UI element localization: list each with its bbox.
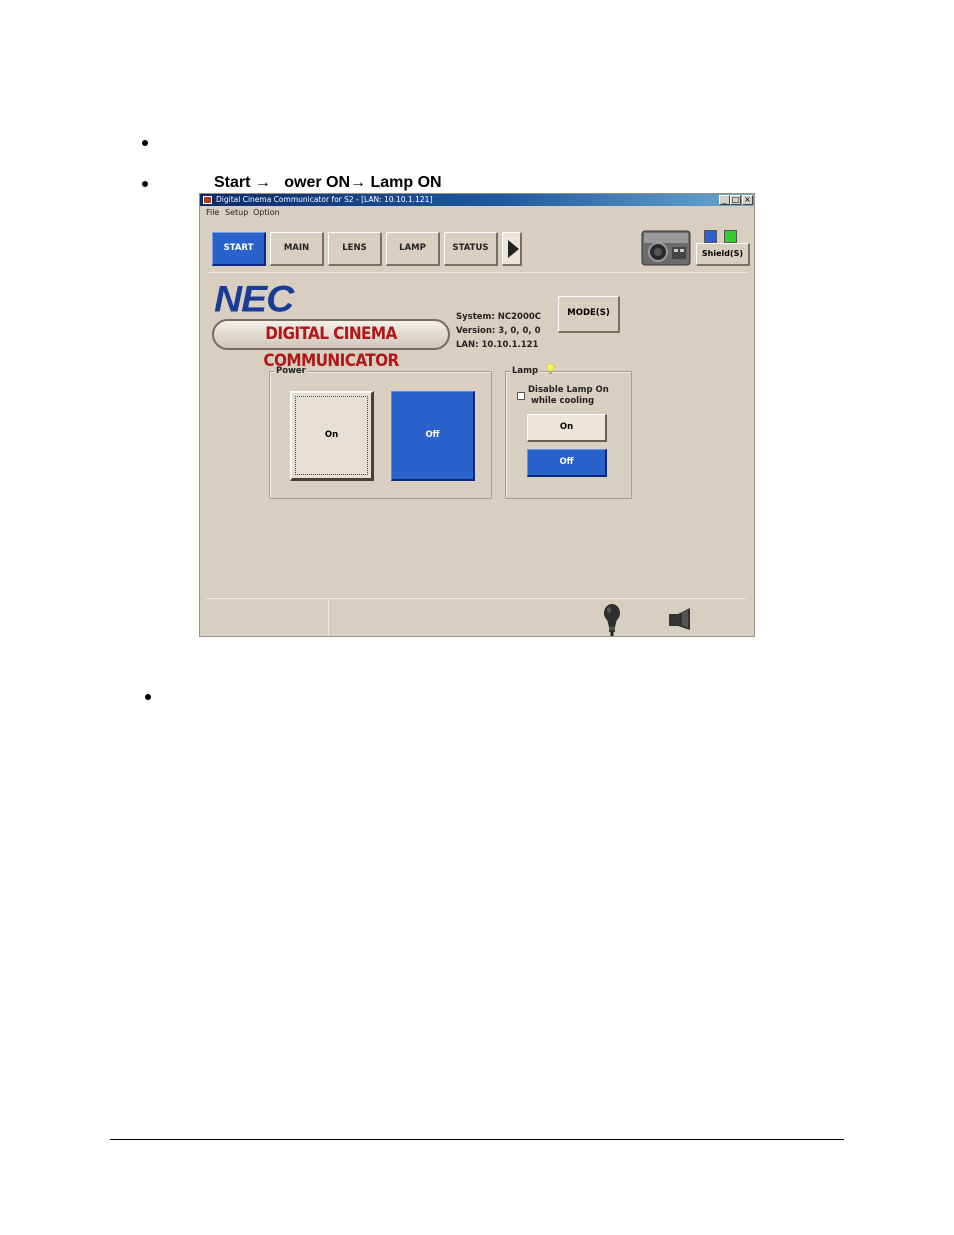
lamp-status-bulb-icon (546, 363, 555, 374)
shield-indicator-blue (704, 230, 717, 243)
dcc-banner: DIGITAL CINEMA COMMUNICATOR (212, 319, 450, 371)
power-group-label: Power (274, 366, 308, 376)
lamp-on-button[interactable]: On (527, 414, 607, 442)
menu-option[interactable]: Option (253, 207, 280, 218)
instruction-arrow-1: → (254, 174, 271, 191)
lan-label: LAN: 10.10.1.121 (456, 340, 539, 350)
instruction-part-lamp: Lamp ON (366, 174, 442, 191)
power-off-button[interactable]: Off (391, 391, 475, 481)
disable-lamp-label-line2: while cooling (531, 396, 595, 406)
system-label: System: NC2000C (456, 312, 542, 322)
close-button[interactable]: × (742, 195, 753, 205)
menu-file[interactable]: File (206, 207, 219, 218)
status-separator (206, 598, 746, 599)
title-bar[interactable]: Digital Cinema Communicator for S2 - [LA… (200, 194, 754, 206)
lamp-off-button[interactable]: Off (527, 449, 607, 477)
footer-rule (110, 1139, 844, 1140)
disable-lamp-label-line1: Disable Lamp On (528, 385, 609, 395)
bullet-1 (142, 140, 148, 146)
window-title: Digital Cinema Communicator for S2 - [LA… (216, 195, 433, 204)
tab-lamp[interactable]: LAMP (386, 232, 440, 266)
tab-scroll-right-arrow-icon[interactable] (502, 232, 522, 266)
tab-status[interactable]: STATUS (444, 232, 498, 266)
shield-indicator-green (724, 230, 737, 243)
status-bar (200, 598, 754, 636)
instruction-arrow-2: → (350, 174, 367, 191)
minimize-button[interactable]: _ (719, 195, 730, 205)
power-group: Power On Off (269, 366, 492, 499)
lamp-group: Lamp Disable Lamp On while cooling On Of… (505, 363, 632, 499)
bullet-2 (142, 181, 148, 187)
tab-lens[interactable]: LENS (328, 232, 382, 266)
lamp-group-label: Lamp (510, 366, 541, 376)
speaker-icon (669, 608, 690, 630)
instruction-part-start: Start (214, 174, 255, 191)
header-separator (208, 272, 748, 273)
nec-logo: NEC (214, 279, 294, 320)
app-window: Digital Cinema Communicator for S2 - [LA… (199, 193, 755, 637)
instruction-line: Start → ower ON→ Lamp ON (214, 174, 442, 192)
menu-setup[interactable]: Setup (225, 207, 248, 218)
maximize-button[interactable]: □ (730, 195, 741, 205)
lamp-bulb-icon (604, 604, 620, 636)
disable-lamp-checkbox[interactable] (517, 392, 525, 400)
power-on-button[interactable]: On (290, 391, 374, 481)
menu-bar: File Setup Option (200, 207, 754, 218)
projector-icon (641, 230, 691, 266)
app-icon (203, 196, 212, 204)
disable-lamp-label: Disable Lamp On while cooling (528, 385, 609, 407)
shield-button[interactable]: Shield(S) (696, 243, 750, 266)
dcc-banner-text: DIGITAL CINEMA COMMUNICATOR (263, 324, 399, 371)
mode-button[interactable]: MODE(S) (558, 296, 620, 333)
status-divider (328, 600, 329, 636)
tab-main[interactable]: MAIN (270, 232, 324, 266)
version-label: Version: 3, 0, 0, 0 (456, 326, 541, 336)
tab-start[interactable]: START (212, 232, 266, 266)
instruction-part-power: ower ON (270, 174, 351, 191)
bullet-3 (145, 694, 151, 700)
